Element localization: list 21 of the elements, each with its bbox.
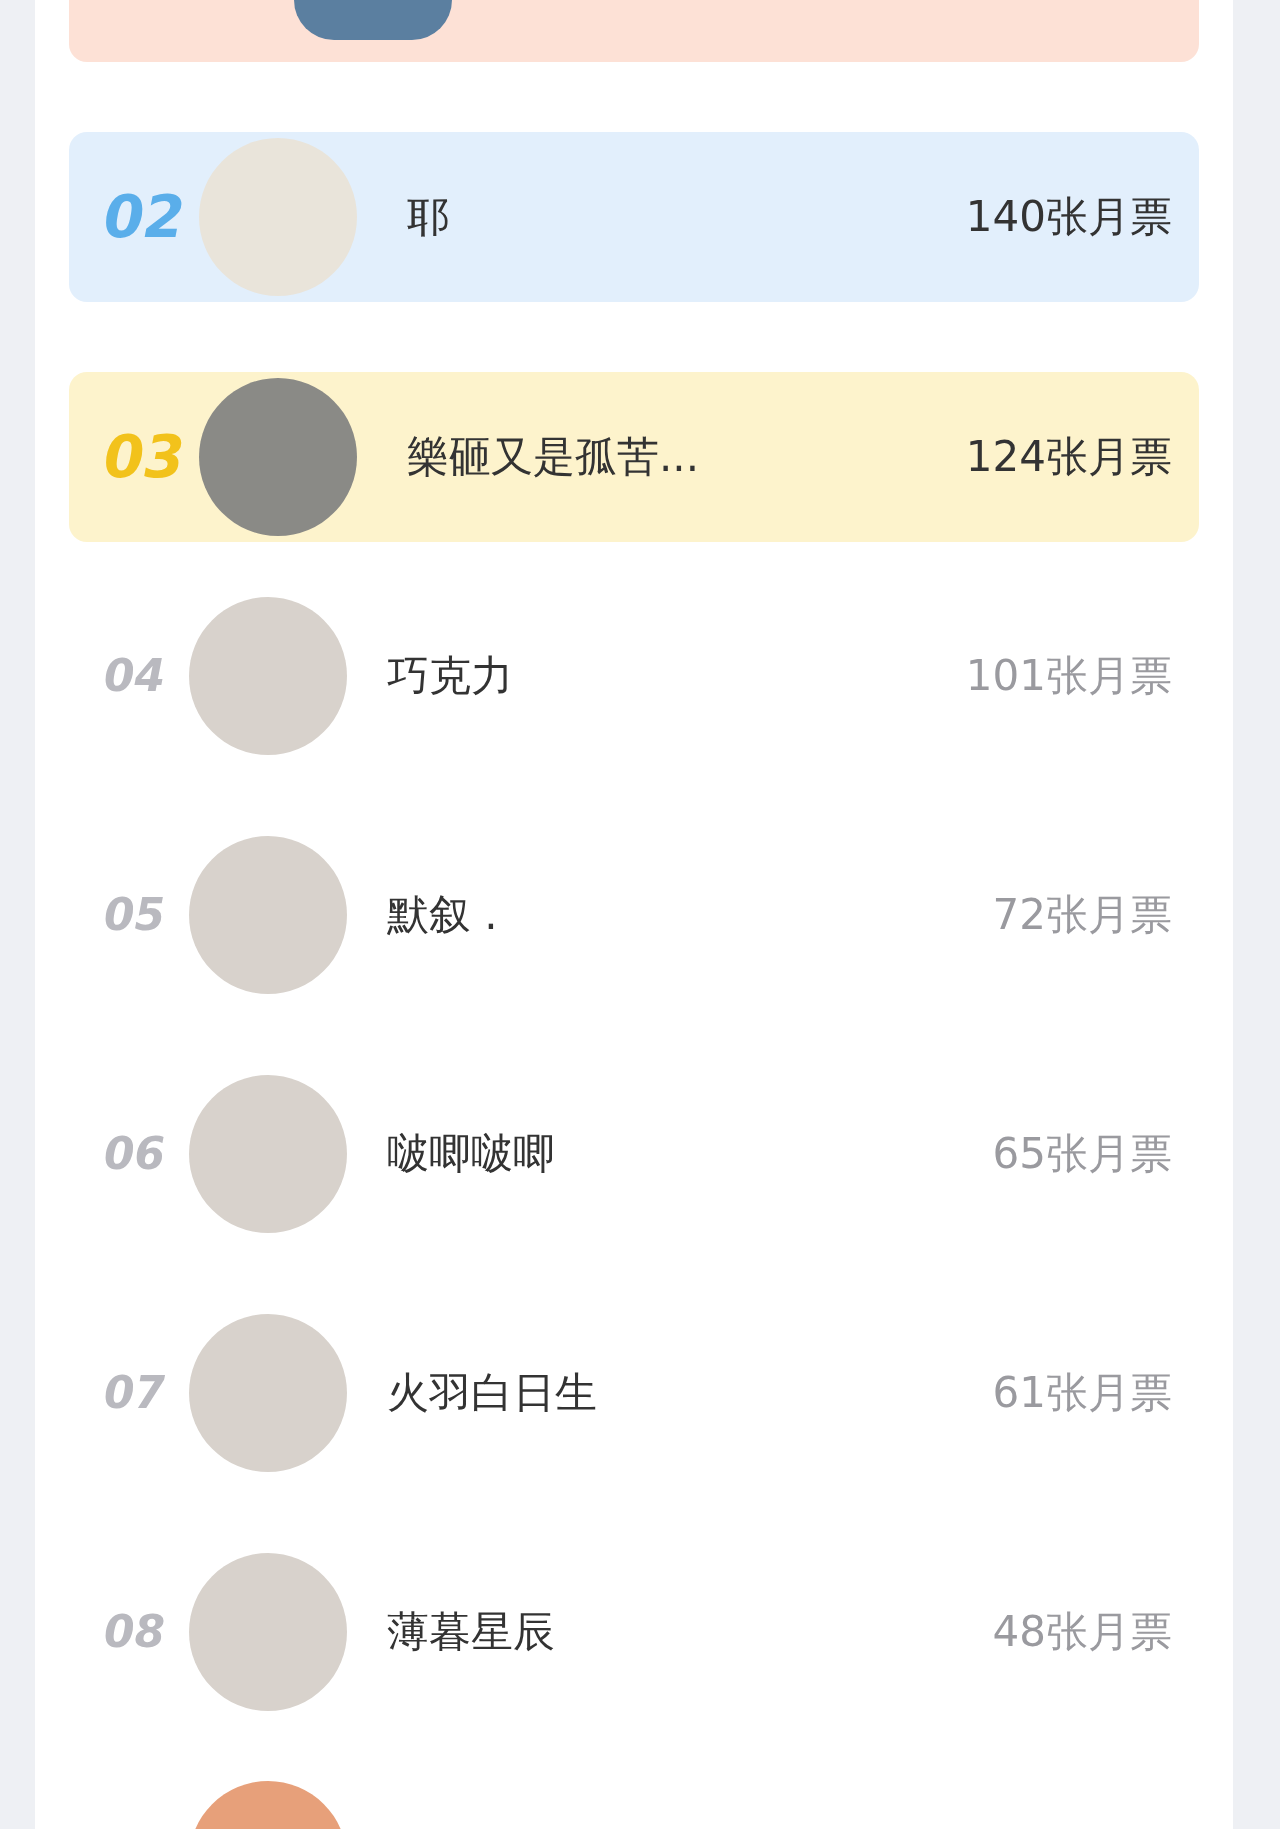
ticket-count: 101张月票 <box>965 649 1172 702</box>
rank-number: 07 <box>104 1367 167 1418</box>
rank-number: 04 <box>104 650 167 701</box>
ticket-count: 65张月票 <box>992 1127 1172 1180</box>
rank-number: 03 <box>104 423 186 491</box>
user-name: 默叙 . <box>387 888 499 941</box>
user-name: 巧克力 <box>387 649 514 702</box>
ticket-count: 48张月票 <box>992 1605 1172 1658</box>
ticket-count: 72张月票 <box>992 888 1172 941</box>
ticket-count: 61张月票 <box>992 1366 1172 1419</box>
rank-number: 08 <box>104 1606 167 1657</box>
rank-number: 06 <box>104 1128 167 1179</box>
rank-number: 02 <box>104 183 186 251</box>
user-name: 薄暮星辰 <box>387 1605 556 1658</box>
user-name: 啵唧啵唧 <box>387 1127 556 1180</box>
user-name: 樂砸又是孤苦... <box>407 431 701 483</box>
rank-number: 05 <box>104 889 167 940</box>
user-name: 火羽白日生 <box>387 1366 598 1419</box>
user-name: 耶 <box>407 191 450 243</box>
ticket-count: 124张月票 <box>965 431 1172 483</box>
ticket-count: 140张月票 <box>965 191 1172 243</box>
